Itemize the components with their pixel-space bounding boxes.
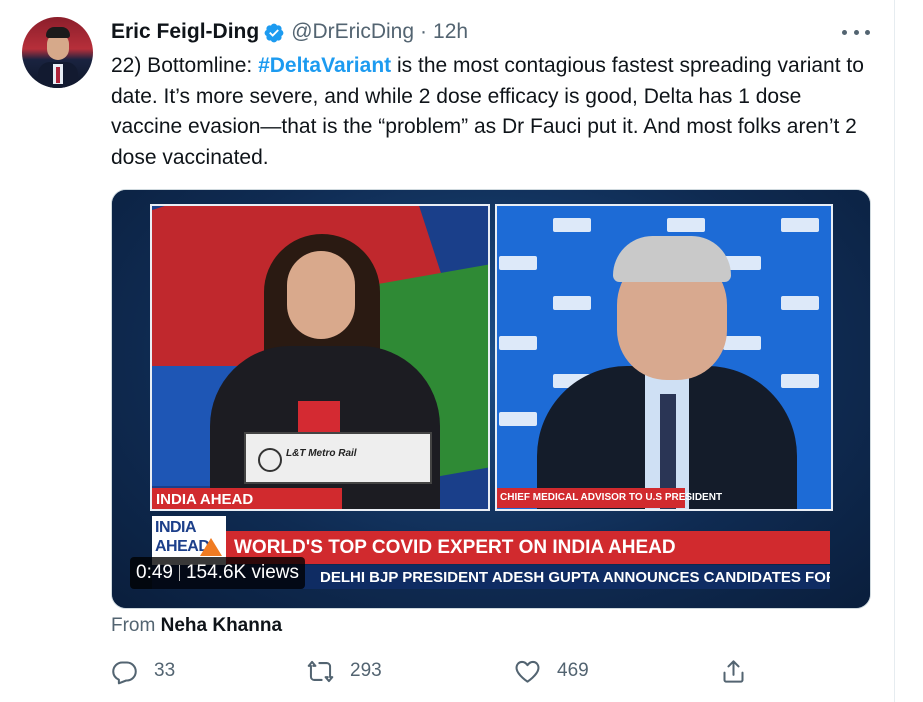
- video-stats-overlay: 0:49 154.6K views: [130, 557, 305, 589]
- more-dot: [853, 29, 859, 35]
- retweet-count: 293: [350, 660, 382, 681]
- nih-logo-tile: [781, 296, 819, 310]
- stats-separator: [178, 565, 180, 581]
- avatar-tie: [56, 67, 60, 83]
- right-lower-third: CHIEF MEDICAL ADVISOR TO U.S PRESIDENT: [497, 488, 722, 508]
- media-attribution: From Neha Khanna: [111, 615, 282, 637]
- like-button[interactable]: 469: [514, 655, 589, 687]
- more-dot: [842, 29, 847, 35]
- reply-button[interactable]: 33: [111, 655, 175, 687]
- share-button[interactable]: [720, 655, 747, 687]
- nih-logo-tile: [499, 412, 537, 426]
- video-duration: 0:49: [136, 562, 173, 583]
- nih-logo-tile: [553, 296, 591, 310]
- hashtag-link[interactable]: #DeltaVariant: [258, 54, 391, 77]
- tweet-text: 22) Bottomline: #DeltaVariant is the mos…: [111, 51, 871, 173]
- channel-logo-line1: INDIA: [155, 519, 197, 536]
- separator-dot: ·: [420, 20, 428, 43]
- news-headline: WORLD'S TOP COVID EXPERT ON INDIA AHEAD: [234, 537, 676, 558]
- column-border: [894, 0, 895, 702]
- speaker-hair: [613, 236, 731, 282]
- verified-badge-icon: [264, 23, 284, 42]
- tweet-text-prefix: 22) Bottomline:: [111, 54, 259, 77]
- author-handle[interactable]: @DrEricDing: [291, 20, 414, 44]
- like-icon: [515, 660, 540, 683]
- author-avatar[interactable]: [22, 17, 93, 88]
- tweet-time[interactable]: 12h: [433, 20, 468, 44]
- reply-icon: [112, 660, 137, 684]
- logo-triangle-icon: [200, 538, 222, 556]
- nih-logo-tile: [667, 218, 705, 232]
- video-right-panel: CHIEF MEDICAL ADVISOR TO U.S PRESIDENT: [495, 204, 833, 511]
- nih-logo-tile: [499, 256, 537, 270]
- lt-logo-icon: [258, 448, 282, 472]
- right-lower-third-text: CHIEF MEDICAL ADVISOR TO U.S PRESIDENT: [500, 492, 723, 503]
- reply-count: 33: [154, 660, 176, 681]
- more-dot: [865, 29, 870, 35]
- video-views: 154.6K views: [185, 562, 299, 583]
- desk-sign-text: L&T Metro Rail: [286, 448, 357, 459]
- nih-logo-tile: [553, 218, 591, 232]
- like-count: 469: [557, 660, 589, 681]
- share-icon: [723, 659, 744, 683]
- left-lower-third: INDIA AHEAD: [152, 488, 342, 509]
- retweet-button[interactable]: 293: [307, 655, 382, 687]
- nih-logo-tile: [781, 218, 819, 232]
- retweet-icon: [307, 660, 334, 682]
- left-lower-third-text: INDIA AHEAD: [156, 491, 254, 508]
- nih-logo-tile: [723, 336, 761, 350]
- nih-logo-tile: [781, 374, 819, 388]
- anchor-face: [287, 251, 355, 339]
- more-icon[interactable]: [842, 22, 870, 42]
- attribution-prefix: From: [111, 615, 156, 636]
- nih-logo-tile: [499, 336, 537, 350]
- attribution-source[interactable]: Neha Khanna: [161, 615, 282, 636]
- video-player[interactable]: L&T Metro Rail INDIA AHEAD CHIEF MEDICAL…: [111, 189, 871, 609]
- author-name[interactable]: Eric Feigl-Ding: [111, 20, 259, 44]
- news-ticker-text: DELHI BJP PRESIDENT ADESH GUPTA ANNOUNCE…: [320, 569, 830, 586]
- desk-sign: L&T Metro Rail: [244, 432, 432, 484]
- news-headline-bar: WORLD'S TOP COVID EXPERT ON INDIA AHEAD: [226, 531, 830, 564]
- tweet-header: Eric Feigl-Ding @DrEricDing · 12h: [111, 19, 468, 45]
- avatar-hair: [46, 27, 70, 38]
- video-left-panel: L&T Metro Rail INDIA AHEAD: [150, 204, 490, 511]
